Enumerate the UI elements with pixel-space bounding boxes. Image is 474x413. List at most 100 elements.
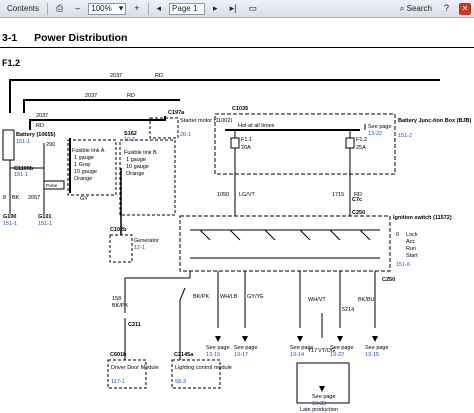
label-2037-low-color: RD — [36, 123, 44, 129]
battery-box — [2, 129, 15, 161]
see-page-top-ref: 13-22 — [368, 131, 382, 137]
ign-pos-2: Acc — [406, 239, 415, 245]
starter-ref: 20-1 — [180, 132, 191, 138]
zoom-in-button[interactable]: + — [130, 2, 143, 15]
ign-pos-4: Start — [406, 253, 418, 259]
fusible-a-line1: 1 gauge — [74, 155, 94, 161]
last-page-icon: ▸| — [229, 3, 237, 13]
c2145a-label: C2145a — [174, 352, 194, 358]
label-whvt: WH/VT — [308, 297, 326, 303]
viewer-toolbar: Contents ⎙ – 100% ▾ + ◂ Page 1 ▸ ▸| ▭ ⌕ … — [0, 0, 474, 18]
label-2037-low: 2037 — [36, 113, 48, 119]
ignition-label: Ignition switch (11572) — [393, 215, 452, 221]
contents-button[interactable]: Contents — [3, 2, 43, 15]
see-page-b: See page — [234, 345, 258, 351]
search-button[interactable]: ⌕ Search — [396, 2, 436, 15]
label-bkpk2: BK/PK — [193, 294, 210, 300]
toolbar-separator — [147, 2, 149, 15]
ign-pos-3: Run — [406, 246, 416, 252]
f1-2-name: F1.2 — [356, 137, 367, 143]
ignition-box — [179, 215, 391, 272]
label-2037-mid-color: RD — [127, 93, 135, 99]
see-page-f: See page — [312, 394, 336, 400]
lighting-module-label: Lighting control module — [175, 365, 232, 371]
starter-label: Starter motor (11002) — [180, 118, 232, 124]
label-158-color: BK/PK — [112, 303, 129, 309]
zoom-select[interactable]: 100% ▾ — [88, 2, 127, 15]
driver-module-ref: 117-1 — [111, 379, 125, 385]
next-page-button[interactable]: ▸ — [209, 2, 222, 15]
label-8: 8 — [3, 195, 6, 201]
s162-ref: 10-2 — [124, 137, 135, 143]
generator-ref: 12-1 — [134, 245, 145, 251]
chevron-left-icon: ◂ — [156, 3, 162, 13]
generator-label: Generator — [134, 238, 159, 244]
driver-module-label: Driver Door Module — [111, 365, 159, 371]
c1100b-ref: 151-1 — [14, 172, 28, 178]
ref-e: 13-15 — [365, 352, 379, 358]
wiring-diagram: 2037 RD 2037 RD 2037 RD Battery (10655) … — [2, 73, 472, 413]
ign-pos-0: 0 — [396, 232, 399, 238]
c211-label: C211 — [128, 322, 141, 328]
bjb-connector: C1035 — [232, 106, 248, 112]
fuse-f1-1 — [230, 137, 240, 149]
fit-page-icon: ▭ — [248, 3, 257, 13]
fuse-f1-2 — [345, 137, 355, 149]
zoom-out-button[interactable]: – — [71, 2, 84, 15]
chevron-right-icon: ▸ — [213, 3, 218, 13]
zoom-in-icon: + — [134, 3, 140, 13]
prev-page-button[interactable]: ◂ — [153, 2, 166, 15]
battery-ref: 151-1 — [16, 139, 30, 145]
c7c-label: C7c — [352, 197, 362, 203]
starter-connector: C197a — [168, 110, 185, 116]
close-icon[interactable]: ✕ — [459, 2, 471, 15]
fusible-a-line4: Orange — [74, 176, 92, 182]
label-bkbu: BK/BU — [358, 297, 375, 303]
fusible-b-line3: Orange — [126, 171, 144, 177]
label-2037-top-color: RD — [155, 73, 163, 79]
toolbar-separator — [47, 2, 49, 15]
help-button[interactable]: ? — [440, 2, 453, 15]
c102b-label: C102b — [110, 227, 127, 233]
search-icon: ⌕ — [399, 3, 405, 13]
see-page-d: See page — [330, 345, 354, 351]
page-field[interactable]: Page 1 — [169, 2, 206, 15]
fit-page-button[interactable]: ▭ — [244, 2, 261, 15]
f1-1-name: F1.1 — [241, 137, 252, 143]
see-page-e: See page — [365, 345, 389, 351]
chevron-down-icon: ▾ — [118, 3, 124, 13]
late-production-label: Late production — [300, 407, 338, 413]
document-page: 3-1 Power Distribution F1.2 2037 RD 2037… — [0, 18, 474, 413]
ref-b: 13-17 — [234, 352, 248, 358]
label-gy: GY — [80, 196, 88, 202]
label-gyye: GY/YE — [247, 294, 264, 300]
lighting-module-ref: 58-3 — [175, 379, 186, 385]
see-page-a: See page — [206, 345, 230, 351]
label-8-color: BK — [12, 195, 20, 201]
hot-label: Hot at all times — [238, 123, 275, 129]
label-1050-color: LG/VT — [239, 192, 256, 198]
g100-label: G100 — [3, 214, 16, 220]
print-button[interactable]: ⎙ — [52, 2, 67, 15]
see-page-c: See page — [290, 345, 314, 351]
fusible-a-line3: 10 gauge — [74, 169, 97, 175]
fusible-b-line1: 1 gauge — [126, 157, 146, 163]
ref-c: 13-14 — [290, 352, 304, 358]
ref-d: 13-22 — [330, 352, 344, 358]
wire-2037-top — [9, 79, 440, 113]
ign-ref: 151-6 — [396, 262, 410, 268]
pulse-label: Pulse — [46, 183, 58, 188]
f1-1-amps: 20A — [241, 145, 251, 151]
label-1050: 1050 — [217, 192, 229, 198]
label-158: 158 — [112, 296, 121, 302]
label-whlb: WH/LB — [220, 294, 238, 300]
print-icon: ⎙ — [56, 3, 64, 13]
last-page-button[interactable]: ▸| — [226, 2, 241, 15]
ref-a: 13-15 — [206, 352, 220, 358]
label-290: 290 — [46, 142, 55, 148]
bjb-label: Battery Junc-tion Box (BJB) — [398, 118, 472, 124]
c250-label: C250 — [352, 210, 365, 216]
zoom-value: 100% — [91, 4, 112, 13]
fusible-b-line2: 10 gauge — [126, 164, 149, 170]
generator-box — [109, 234, 133, 263]
